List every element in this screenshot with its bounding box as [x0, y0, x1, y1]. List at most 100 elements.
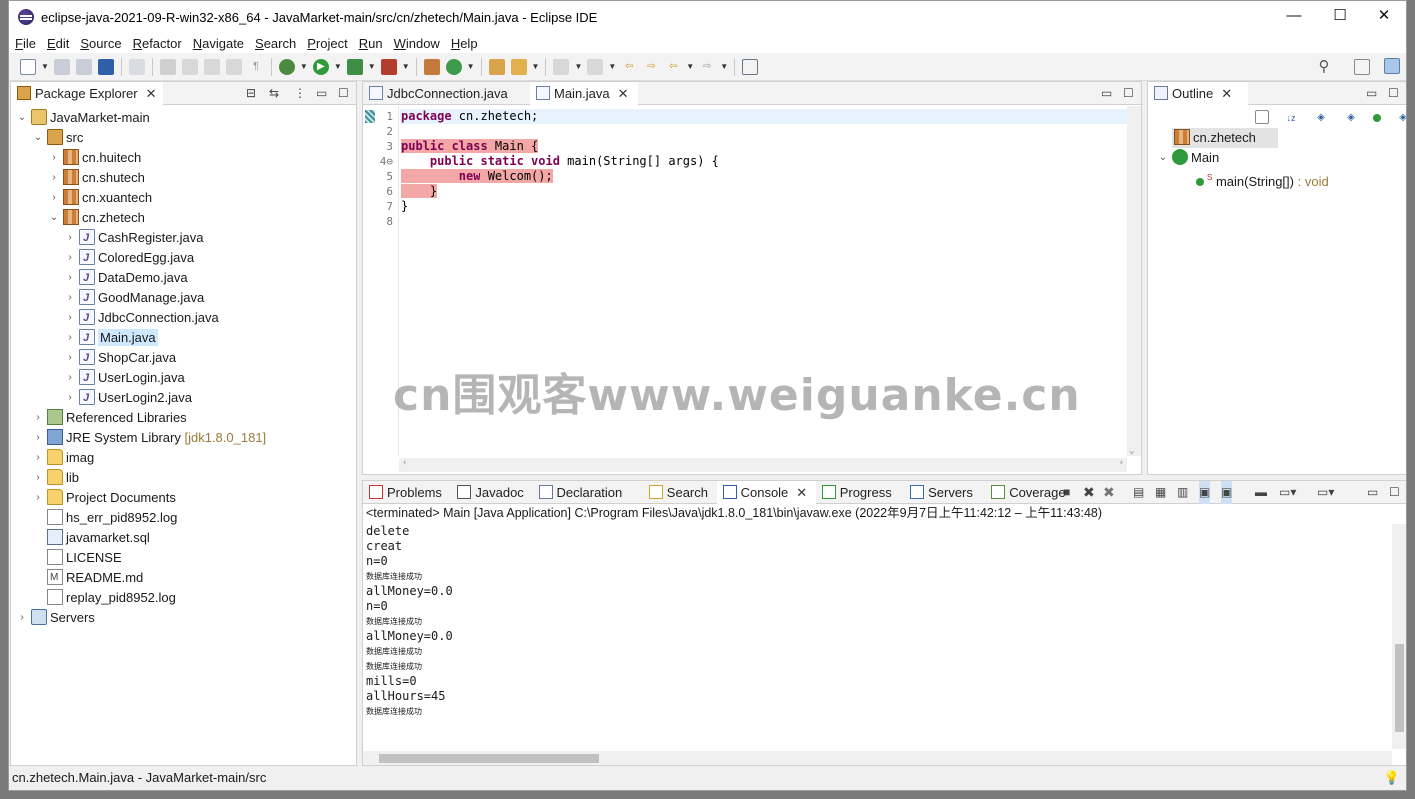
tree-item[interactable]: › DataDemo.java — [65, 268, 187, 288]
menu-run[interactable]: Run — [359, 36, 383, 51]
java-perspective-icon[interactable] — [1384, 58, 1400, 74]
word-wrap-icon[interactable] — [225, 58, 242, 75]
collapsed-chevron-icon[interactable]: › — [65, 328, 75, 348]
collapsed-chevron-icon[interactable]: › — [33, 428, 43, 448]
remove-launch-icon[interactable]: ✖ — [1083, 481, 1095, 504]
tree-item[interactable]: › UserLogin2.java — [65, 388, 192, 408]
forward-history-icon[interactable]: ⇨ — [643, 59, 659, 75]
search-icon[interactable]: ⚲ — [1316, 59, 1332, 75]
next-annotation-icon[interactable] — [553, 58, 570, 75]
menu-window[interactable]: Window — [394, 36, 440, 51]
pin-console-icon[interactable]: ▬ — [1255, 481, 1267, 504]
tree-item[interactable]: › Servers — [17, 608, 95, 628]
collapsed-chevron-icon[interactable]: › — [65, 388, 75, 408]
minimize-view-icon[interactable]: ▭ — [316, 82, 327, 105]
collapsed-chevron-icon[interactable]: › — [65, 228, 75, 248]
expanded-chevron-icon[interactable]: ⌄ — [33, 128, 43, 148]
run-dropdown-icon[interactable]: ▼ — [334, 62, 342, 71]
open-console-icon[interactable]: ▭▾ — [1317, 481, 1334, 504]
show-on-error-icon[interactable]: ▣ — [1221, 481, 1233, 504]
menu-refactor[interactable]: Refactor — [133, 36, 182, 51]
tree-item[interactable]: ⌄ JavaMarket-main — [17, 108, 150, 128]
link-with-editor-icon[interactable]: ⇆ — [269, 82, 279, 105]
last-edit-location-icon[interactable]: ⇦ — [621, 59, 637, 75]
tab-jdbcconnection-java[interactable]: JdbcConnection.java — [363, 82, 528, 105]
new-dropdown-icon[interactable]: ▼ — [41, 62, 49, 71]
tab-javadoc[interactable]: Javadoc — [451, 481, 532, 504]
debug-dropdown-icon[interactable]: ▼ — [300, 62, 308, 71]
new-java-class-icon[interactable] — [445, 58, 462, 75]
tree-item[interactable]: › Referenced Libraries — [33, 408, 187, 428]
tree-item[interactable]: › imag — [33, 448, 94, 468]
close-tab-icon[interactable]: ✕ — [146, 86, 157, 101]
tab-main-java[interactable]: Main.java ✕ — [530, 82, 638, 105]
tree-item[interactable]: › UserLogin.java — [65, 368, 184, 388]
task-dropdown-icon[interactable]: ▼ — [532, 62, 540, 71]
tree-item[interactable]: › cn.shutech — [49, 168, 145, 188]
minimize-view-icon[interactable]: ▭ — [1101, 82, 1112, 105]
skip-breakpoints-icon[interactable] — [128, 58, 145, 75]
tree-item[interactable]: › JRE System Library [jdk1.8.0_181] — [33, 428, 266, 448]
new-java-package-icon[interactable] — [423, 58, 440, 75]
tree-item[interactable]: › cn.xuantech — [49, 188, 152, 208]
show-whitespace-icon[interactable]: ¶ — [248, 59, 264, 75]
hide-fields-icon[interactable]: ◈ — [1313, 110, 1329, 126]
maximize-view-icon[interactable]: ☐ — [1123, 82, 1134, 105]
tree-item[interactable]: › JdbcConnection.java — [65, 308, 218, 328]
open-type-icon[interactable] — [488, 58, 505, 75]
coverage-icon[interactable] — [346, 58, 363, 75]
console-horizontal-scrollbar[interactable] — [363, 751, 1392, 765]
tab-coverage[interactable]: Coverage — [985, 481, 1073, 504]
tab-problems[interactable]: Problems — [363, 481, 451, 504]
tree-item[interactable]: README.md — [33, 568, 143, 588]
collapsed-chevron-icon[interactable]: › — [49, 148, 59, 168]
menu-search[interactable]: Search — [255, 36, 296, 51]
tab-package-explorer[interactable]: Package Explorer ✕ — [11, 82, 163, 105]
maximize-view-icon[interactable]: ☐ — [1389, 481, 1400, 504]
menu-edit[interactable]: Edit — [47, 36, 69, 51]
tip-bulb-icon[interactable]: 💡 — [1384, 766, 1400, 790]
hide-local-types-icon[interactable]: ◈ — [1395, 110, 1406, 126]
tab-console[interactable]: Console ✕ — [716, 481, 816, 504]
tree-item[interactable]: › GoodManage.java — [65, 288, 204, 308]
tree-item[interactable]: › Main.java — [65, 328, 158, 348]
terminal-icon[interactable] — [97, 58, 114, 75]
toggle-mark-icon[interactable] — [181, 58, 198, 75]
clear-console-icon[interactable]: ▤ — [1133, 481, 1144, 504]
back-dropdown-icon[interactable]: ▼ — [686, 62, 694, 71]
tab-search[interactable]: Search — [643, 481, 717, 504]
tree-item[interactable]: ⌄ src — [33, 128, 83, 148]
expanded-chevron-icon[interactable]: ⌄ — [49, 208, 59, 228]
collapsed-chevron-icon[interactable]: › — [33, 468, 43, 488]
save-icon[interactable] — [53, 58, 70, 75]
maximize-view-icon[interactable]: ☐ — [338, 82, 349, 105]
collapsed-chevron-icon[interactable]: › — [65, 348, 75, 368]
minimize-view-icon[interactable]: ▭ — [1366, 82, 1377, 105]
collapsed-chevron-icon[interactable]: › — [65, 368, 75, 388]
menu-help[interactable]: Help — [451, 36, 478, 51]
menu-file[interactable]: File — [15, 36, 36, 51]
collapsed-chevron-icon[interactable]: › — [33, 408, 43, 428]
console-vertical-scrollbar[interactable] — [1392, 524, 1406, 749]
tab-servers[interactable]: Servers — [904, 481, 985, 504]
block-selection-icon[interactable] — [203, 58, 220, 75]
new-icon[interactable] — [20, 58, 36, 75]
close-tab-icon[interactable]: ✕ — [618, 86, 629, 101]
outline-item-class[interactable]: ⌄ Main — [1158, 148, 1219, 168]
expanded-chevron-icon[interactable]: ⌄ — [17, 108, 27, 128]
collapse-all-icon[interactable] — [1255, 110, 1269, 124]
coverage-dropdown-icon[interactable]: ▼ — [368, 62, 376, 71]
forward-icon[interactable]: ⇨ — [699, 59, 715, 75]
collapsed-chevron-icon[interactable]: › — [65, 268, 75, 288]
editor-vertical-scrollbar[interactable]: ⌄ — [1127, 106, 1141, 456]
collapsed-chevron-icon[interactable]: › — [33, 488, 43, 508]
collapsed-chevron-icon[interactable]: › — [17, 608, 27, 628]
tree-item[interactable]: › CashRegister.java — [65, 228, 203, 248]
tree-item[interactable]: ⌄ cn.zhetech — [49, 208, 145, 228]
console-output[interactable]: delete creat n=0 数据库连接成功 allMoney=0.0 n=0 数据库连… — [363, 524, 1406, 765]
collapsed-chevron-icon[interactable]: › — [33, 448, 43, 468]
tree-item[interactable]: › cn.huitech — [49, 148, 141, 168]
open-task-icon[interactable] — [510, 58, 527, 75]
debug-icon[interactable] — [278, 58, 295, 75]
collapsed-chevron-icon[interactable]: › — [49, 188, 59, 208]
